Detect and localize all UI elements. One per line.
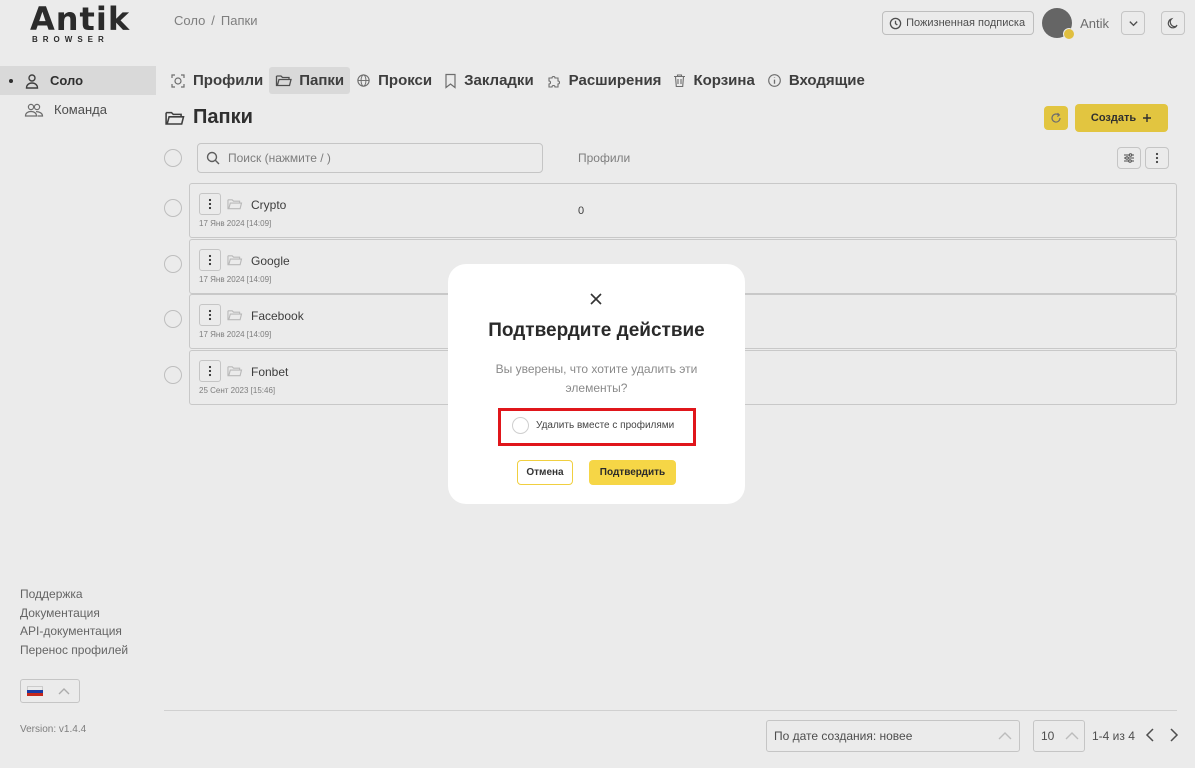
delete-with-profiles-option[interactable]: Удалить вместе с профилями [512,417,674,434]
cancel-button[interactable]: Отмена [517,460,573,485]
delete-with-profiles-label: Удалить вместе с профилями [536,420,675,431]
delete-with-profiles-checkbox[interactable] [512,417,529,434]
dialog-title: Подтвердите действие [488,320,705,341]
confirm-dialog: Подтвердите действие Вы уверены, что хот… [448,264,745,504]
confirm-button[interactable]: Подтвердить [589,460,676,485]
dialog-message: Вы уверены, что хотите удалить эти элеме… [495,362,698,395]
close-icon[interactable] [588,291,604,307]
